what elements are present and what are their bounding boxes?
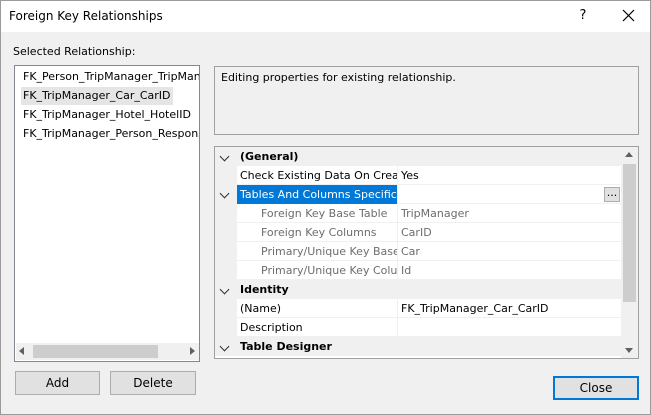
chevron-down-icon[interactable] xyxy=(219,341,230,352)
property-name: (Name) xyxy=(240,302,282,315)
scrollbar-thumb[interactable] xyxy=(33,345,158,358)
description-text: Editing properties for existing relation… xyxy=(221,71,456,84)
scroll-right-icon[interactable] xyxy=(190,347,195,355)
row-margin xyxy=(215,318,237,337)
row-margin xyxy=(215,147,237,166)
list-item-selected[interactable]: FK_TripManager_Car_CarID xyxy=(21,87,173,105)
chevron-down-icon[interactable] xyxy=(219,151,230,162)
property-row-check-existing[interactable]: Check Existing Data On Creati Yes xyxy=(215,166,621,185)
property-row-name[interactable]: (Name) FK_TripManager_Car_CarID xyxy=(215,299,621,318)
property-value[interactable] xyxy=(397,318,621,337)
property-row-fk-base-table[interactable]: Foreign Key Base Table TripManager xyxy=(215,204,621,223)
property-grid[interactable]: (General) Check Existing Data On Creati … xyxy=(214,146,639,359)
category-identity[interactable]: Identity xyxy=(215,280,621,299)
property-row-fk-columns[interactable]: Foreign Key Columns CarID xyxy=(215,223,621,242)
property-name: Check Existing Data On Creati xyxy=(240,169,397,182)
property-value: Id xyxy=(397,261,621,280)
property-value[interactable] xyxy=(397,185,621,204)
chevron-down-icon[interactable] xyxy=(219,284,230,295)
relationship-list[interactable]: FK_Person_TripManager_TripMan FK_TripMan… xyxy=(14,65,200,362)
row-margin xyxy=(215,204,237,223)
list-item[interactable]: FK_TripManager_Person_Respons xyxy=(21,125,199,143)
category-label: Table Designer xyxy=(240,340,332,353)
row-margin xyxy=(215,242,237,261)
window-title: Foreign Key Relationships xyxy=(9,9,163,23)
vertical-scrollbar[interactable] xyxy=(621,147,638,358)
row-margin xyxy=(215,223,237,242)
ellipsis-button[interactable]: ... xyxy=(604,187,620,202)
title-bar: Foreign Key Relationships ? xyxy=(1,1,650,32)
property-value: TripManager xyxy=(397,204,621,223)
category-table-designer[interactable]: Table Designer xyxy=(215,337,621,356)
close-window-button[interactable] xyxy=(615,4,641,28)
row-margin xyxy=(215,337,237,356)
selected-relationship-label: Selected Relationship: xyxy=(13,45,136,58)
scroll-down-icon[interactable] xyxy=(625,348,633,353)
property-value[interactable]: Yes xyxy=(397,166,621,185)
horizontal-scrollbar[interactable] xyxy=(16,343,199,360)
scroll-up-icon[interactable] xyxy=(625,152,633,157)
scroll-left-icon[interactable] xyxy=(19,347,24,355)
description-panel: Editing properties for existing relation… xyxy=(214,66,639,135)
property-value: CarID xyxy=(397,223,621,242)
property-row-pk-base[interactable]: Primary/Unique Key Base Car xyxy=(215,242,621,261)
close-icon xyxy=(622,9,635,22)
help-button[interactable]: ? xyxy=(572,5,594,27)
row-margin xyxy=(215,166,237,185)
row-margin xyxy=(215,185,237,204)
category-label: Identity xyxy=(240,283,289,296)
property-value[interactable]: FK_TripManager_Car_CarID xyxy=(397,299,621,318)
category-general[interactable]: (General) xyxy=(215,147,621,166)
row-margin xyxy=(215,280,237,299)
foreign-key-relationships-dialog: Foreign Key Relationships ? Selected Rel… xyxy=(0,0,651,415)
row-margin xyxy=(215,299,237,318)
property-row-description[interactable]: Description xyxy=(215,318,621,337)
category-label: (General) xyxy=(240,150,299,163)
property-name: Tables And Columns Specificat xyxy=(237,185,397,204)
list-item[interactable]: FK_Person_TripManager_TripMan xyxy=(21,68,199,86)
property-name: Foreign Key Columns xyxy=(261,226,377,239)
list-item[interactable]: FK_TripManager_Hotel_HotelID xyxy=(21,106,193,124)
close-button[interactable]: Close xyxy=(553,376,639,400)
scrollbar-thumb[interactable] xyxy=(623,164,636,302)
row-margin xyxy=(215,261,237,280)
property-name: Description xyxy=(240,321,303,334)
property-value: Car xyxy=(397,242,621,261)
chevron-down-icon[interactable] xyxy=(219,188,230,199)
property-row-tables-columns[interactable]: Tables And Columns Specificat ... xyxy=(215,185,621,204)
property-row-pk-columns[interactable]: Primary/Unique Key Colu Id xyxy=(215,261,621,280)
property-name: Primary/Unique Key Colu xyxy=(261,264,397,277)
add-button[interactable]: Add xyxy=(15,371,100,395)
property-name: Primary/Unique Key Base xyxy=(261,245,397,258)
property-name: Foreign Key Base Table xyxy=(261,207,388,220)
delete-button[interactable]: Delete xyxy=(110,371,196,395)
